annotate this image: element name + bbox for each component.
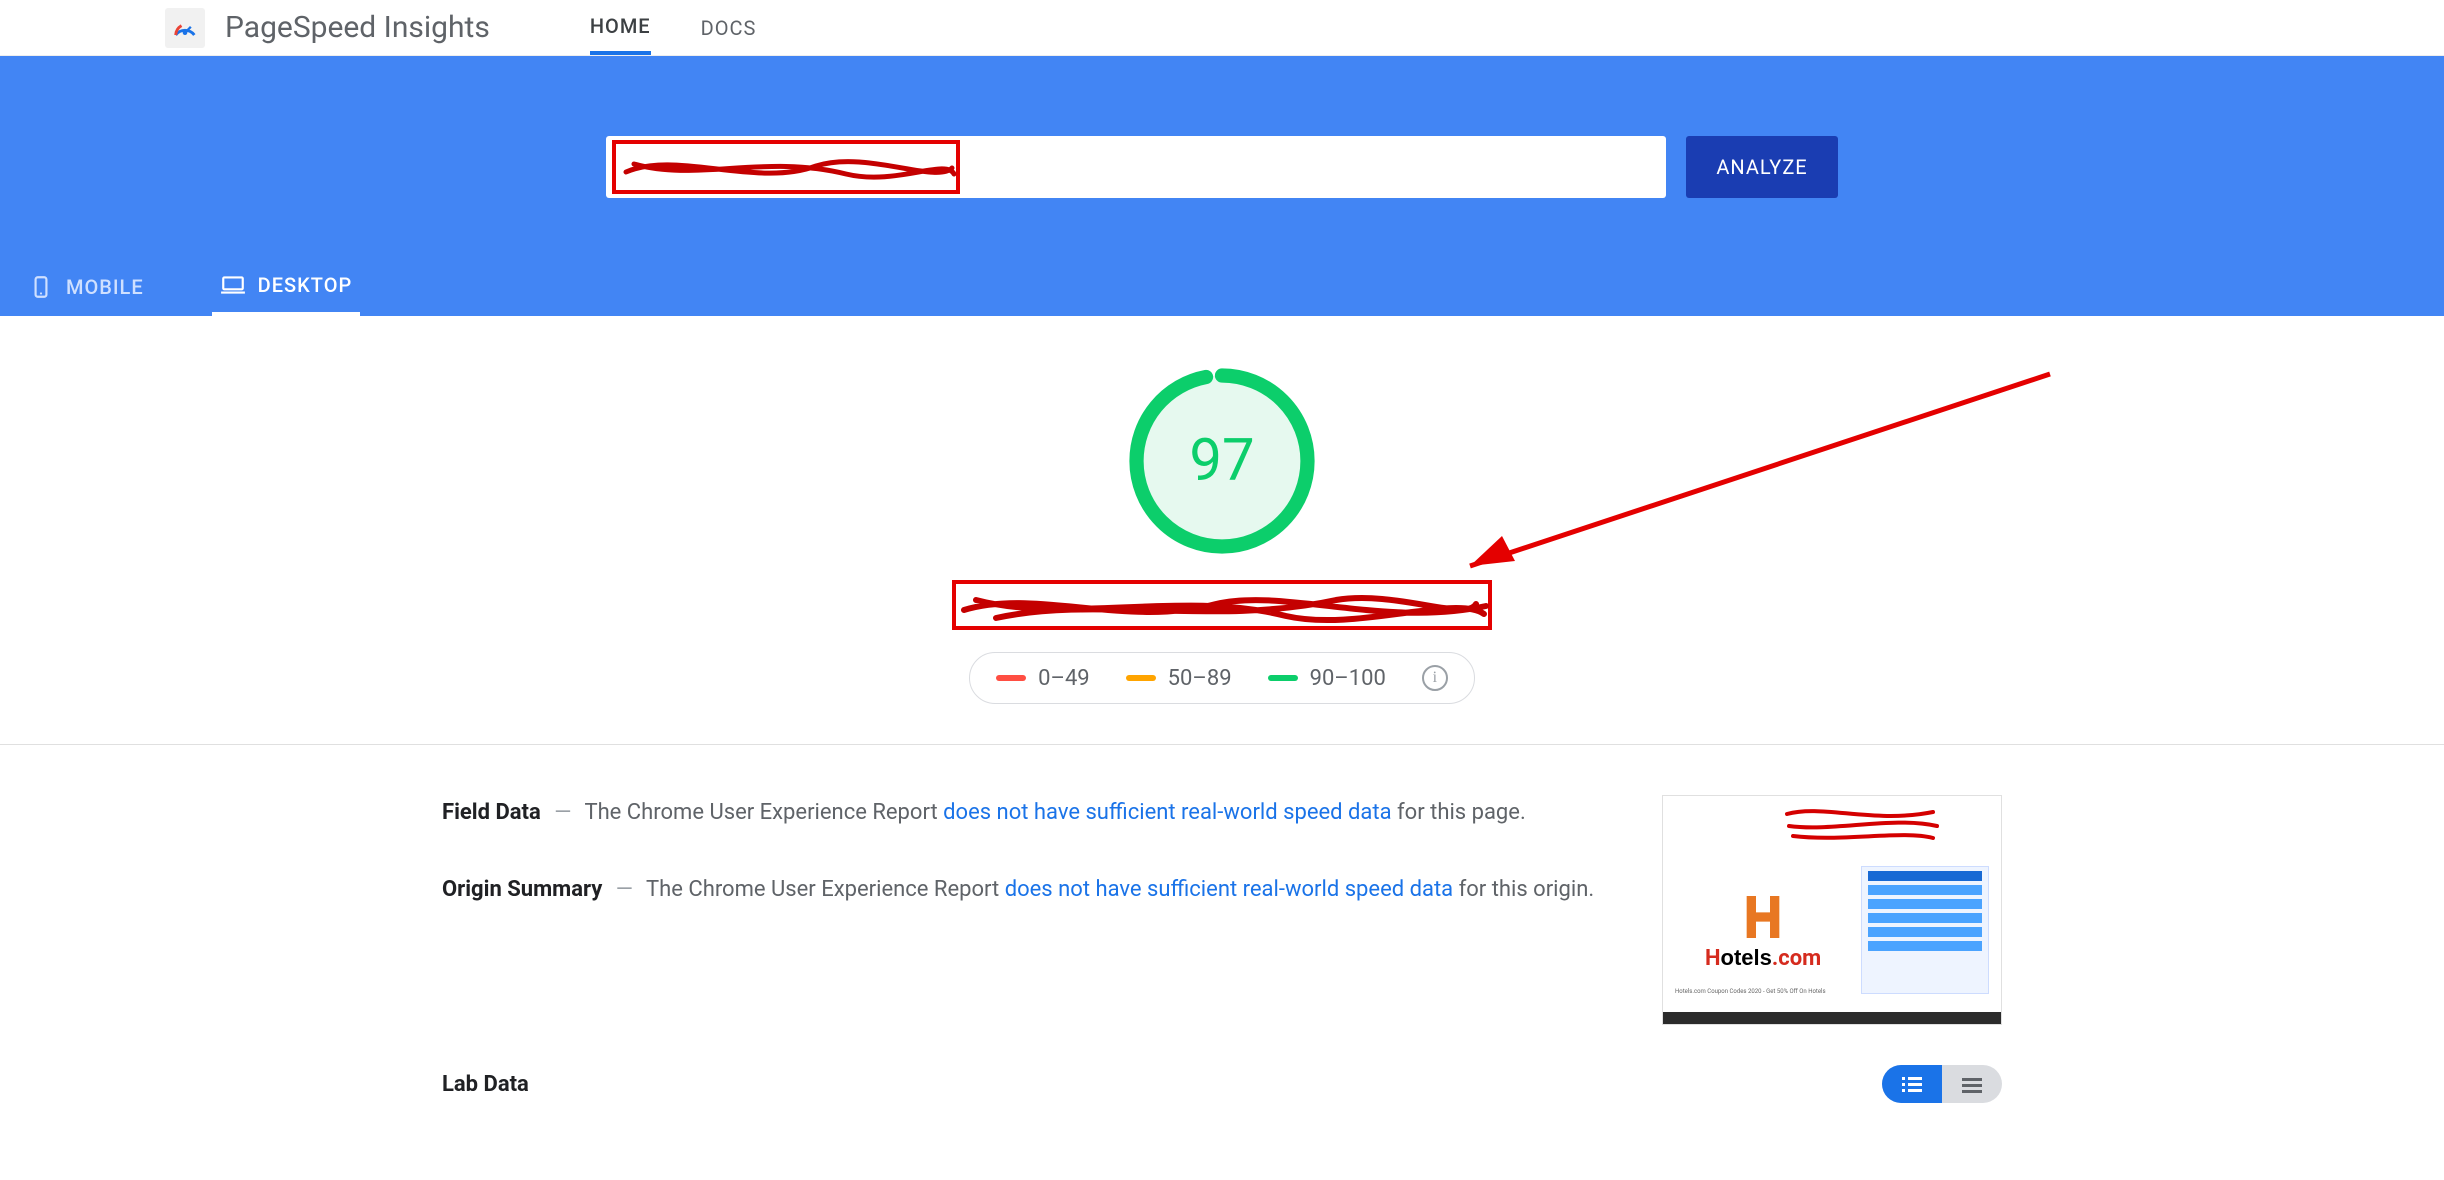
legend-dash-icon xyxy=(1268,675,1298,681)
view-toggle-detailed[interactable] xyxy=(1882,1065,1942,1103)
url-input-wrapper xyxy=(606,136,1666,198)
legend-info-icon[interactable]: i xyxy=(1422,665,1448,691)
field-data-paragraph: Field Data — The Chrome User Experience … xyxy=(442,795,1622,830)
desktop-icon xyxy=(220,272,246,298)
legend-low: 0–49 xyxy=(996,666,1090,691)
list-detailed-icon xyxy=(1900,1075,1924,1093)
page-thumbnail: Hotels.com Hotels.com Coupon Codes 2020 … xyxy=(1662,795,2002,1025)
tab-mobile-label: MOBILE xyxy=(66,275,144,299)
legend-low-range: 0–49 xyxy=(1038,666,1090,691)
tab-desktop[interactable]: DESKTOP xyxy=(212,258,361,316)
field-data-suffix: for this page. xyxy=(1392,800,1526,825)
logo-icon xyxy=(165,8,205,48)
mobile-icon xyxy=(28,274,54,300)
lab-data-row: Lab Data xyxy=(442,1065,2002,1103)
nav-home[interactable]: HOME xyxy=(590,0,651,55)
thumb-brand: Hotels.com xyxy=(1705,945,1821,971)
origin-summary-suffix: for this origin. xyxy=(1453,877,1594,902)
legend-mid-range: 50–89 xyxy=(1168,666,1232,691)
url-input[interactable] xyxy=(606,136,1666,198)
hotels-logo-icon xyxy=(1735,889,1791,945)
analyze-button[interactable]: ANALYZE xyxy=(1686,136,1837,198)
score-legend: 0–49 50–89 90–100 i xyxy=(969,652,1475,704)
legend-dash-icon xyxy=(1126,675,1156,681)
view-toggle xyxy=(1882,1065,2002,1103)
top-bar: PageSpeed Insights HOME DOCS xyxy=(0,0,2444,56)
score-value: 97 xyxy=(1127,366,1317,556)
hero: ANALYZE MOBILE DESKTOP xyxy=(0,56,2444,316)
legend-high-range: 90–100 xyxy=(1310,666,1386,691)
app-title: PageSpeed Insights xyxy=(225,10,490,45)
lab-data-label: Lab Data xyxy=(442,1072,529,1097)
tab-mobile[interactable]: MOBILE xyxy=(20,258,152,316)
annotation-thumb-redact-icon xyxy=(1783,802,1943,846)
view-toggle-compact[interactable] xyxy=(1942,1065,2002,1103)
origin-summary-label: Origin Summary xyxy=(442,877,602,902)
thumb-caption: Hotels.com Coupon Codes 2020 - Get 50% O… xyxy=(1675,988,1989,1006)
device-tabs: MOBILE DESKTOP xyxy=(0,258,2444,316)
annotation-site-redact-icon xyxy=(952,580,1492,630)
origin-summary-prefix: The Chrome User Experience Report xyxy=(646,877,1005,902)
field-data-label: Field Data xyxy=(442,800,541,825)
top-nav: HOME DOCS xyxy=(590,0,757,55)
dash-icon: — xyxy=(616,877,633,902)
origin-summary-paragraph: Origin Summary — The Chrome User Experie… xyxy=(442,872,1622,907)
tab-desktop-label: DESKTOP xyxy=(258,273,353,297)
dash-icon: — xyxy=(554,800,571,825)
annotation-arrow-icon xyxy=(1430,366,2070,606)
nav-docs[interactable]: DOCS xyxy=(701,0,757,55)
legend-dash-icon xyxy=(996,675,1026,681)
legend-high: 90–100 xyxy=(1268,666,1386,691)
field-data-link[interactable]: does not have sufficient real-world spee… xyxy=(943,800,1391,825)
legend-mid: 50–89 xyxy=(1126,666,1232,691)
data-block: Field Data — The Chrome User Experience … xyxy=(442,795,2002,1025)
origin-summary-link[interactable]: does not have sufficient real-world spee… xyxy=(1005,877,1453,902)
score-gauge: 97 xyxy=(1127,366,1317,556)
list-compact-icon xyxy=(1960,1075,1984,1093)
field-data-prefix: The Chrome User Experience Report xyxy=(584,800,943,825)
score-section: 97 0–49 50–89 90–100 i xyxy=(0,316,2444,745)
